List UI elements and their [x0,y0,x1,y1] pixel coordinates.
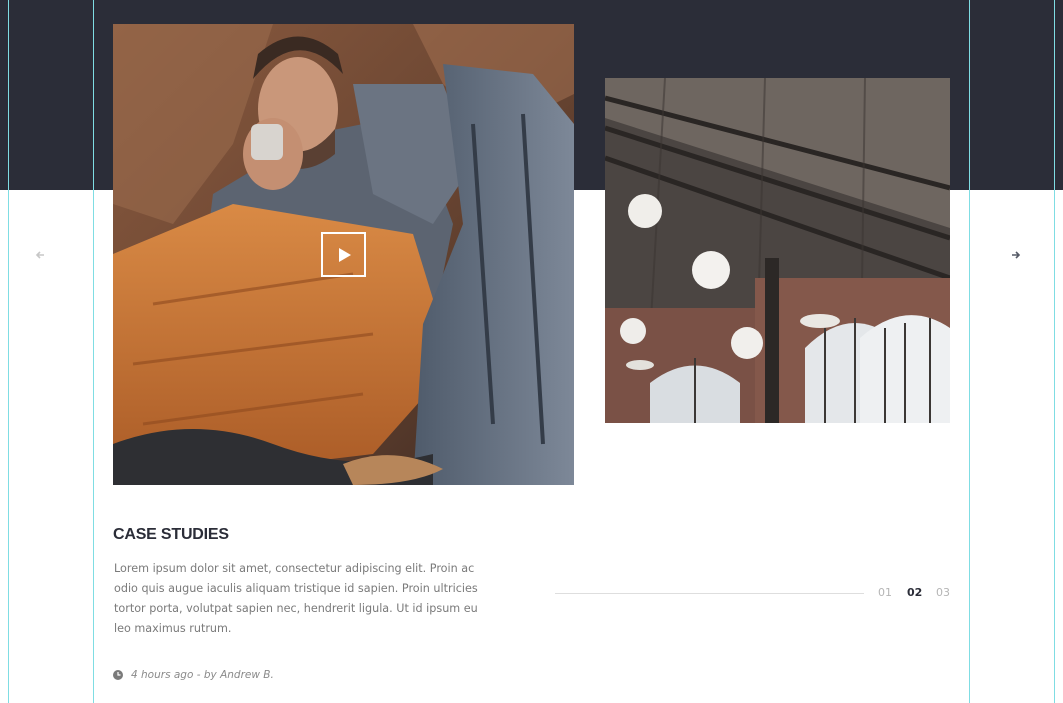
page-02[interactable]: 02 [907,586,936,599]
slider-next-button[interactable] [1008,247,1024,263]
arrow-right-icon [1012,251,1021,259]
post-meta: 4 hours ago - by Andrew B. [113,669,274,681]
guide-line-left-inner [93,0,94,703]
video-play-button[interactable] [321,232,366,277]
guide-line-right-outer [1054,0,1055,703]
case-studies-description: Lorem ipsum dolor sit amet, consectetur … [114,562,478,635]
play-icon [339,247,351,262]
guide-line-left-outer [8,0,9,703]
pagination-line [555,593,864,594]
industrial-loft-photo [605,78,950,423]
page-03[interactable]: 03 [936,586,965,599]
arrow-left-icon [35,251,44,259]
clock-icon [113,670,123,680]
post-meta-text: 4 hours ago - by Andrew B. [131,669,274,681]
case-studies-title: CASE STUDIES [113,526,229,543]
slider-prev-button[interactable] [32,247,48,263]
slide-pagination: 01 02 03 [878,586,965,599]
featured-main-image[interactable] [113,24,574,485]
page-01[interactable]: 01 [878,586,907,599]
guide-line-right-inner [969,0,970,703]
featured-side-image[interactable] [605,78,950,423]
